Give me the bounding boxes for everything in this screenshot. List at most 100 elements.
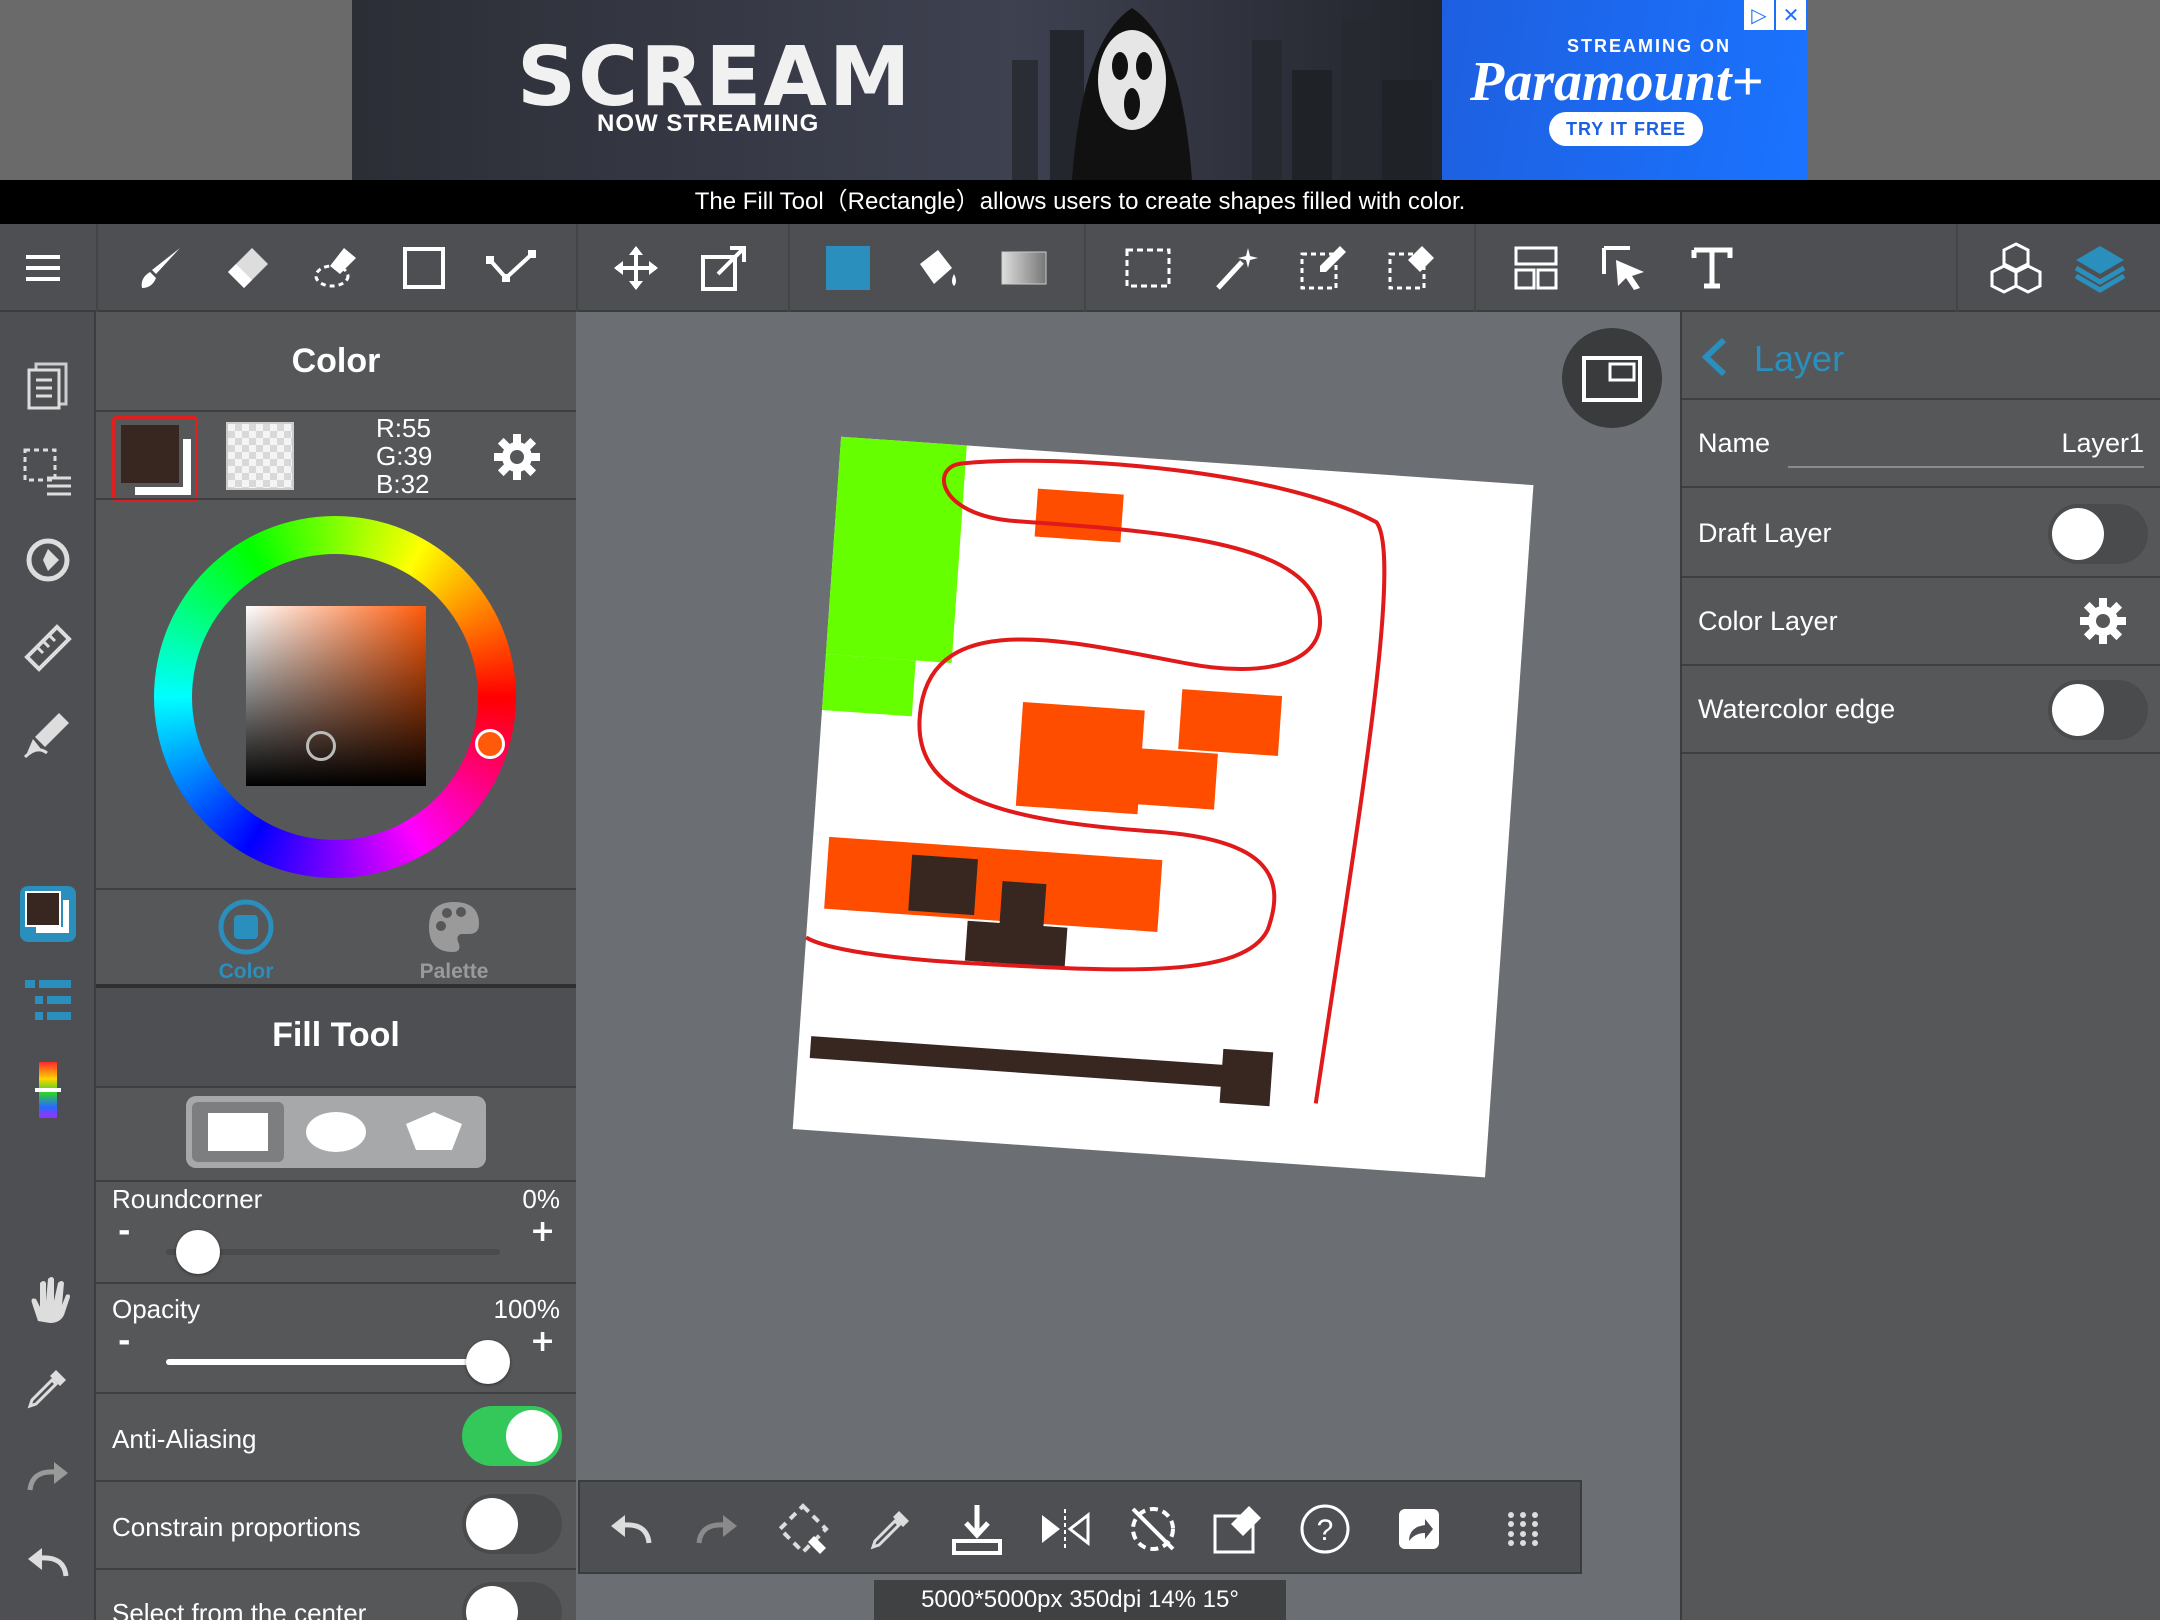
select-center-label: Select from the center (112, 1598, 367, 1620)
opacity-slider-handle[interactable] (466, 1340, 510, 1384)
dark-rect (964, 920, 1068, 968)
eraser-icon[interactable] (220, 240, 276, 296)
roundcorner-plus[interactable]: + (530, 1214, 555, 1249)
pages-icon[interactable] (18, 356, 78, 416)
undo-icon[interactable] (18, 1532, 78, 1592)
layer-list-icon[interactable] (18, 972, 78, 1032)
magic-wand-icon[interactable] (1208, 240, 1264, 296)
select-center-toggle[interactable] (462, 1582, 562, 1620)
rgb-g: G:39 (376, 441, 433, 471)
opacity-minus[interactable]: - (118, 1324, 130, 1359)
transform-icon[interactable] (774, 1500, 832, 1558)
opacity-plus[interactable]: + (530, 1324, 555, 1359)
anti-aliasing-toggle[interactable] (462, 1406, 562, 1466)
frame-divider-icon[interactable] (1508, 240, 1564, 296)
ruler-icon[interactable] (18, 618, 78, 678)
green-rect-bottom (822, 654, 916, 717)
canvas-area[interactable] (576, 312, 1680, 1620)
color-settings-gear-icon[interactable] (492, 432, 542, 482)
rgb-r: R:55 (376, 413, 431, 443)
flip-icon[interactable] (1036, 1500, 1094, 1558)
save-icon[interactable] (948, 1500, 1006, 1558)
redo-icon[interactable] (18, 1446, 78, 1506)
layer-name-field[interactable]: Layer1 (1788, 428, 2144, 468)
shape-rectangle-button[interactable] (192, 1102, 284, 1162)
vector-icon[interactable] (484, 240, 540, 296)
navigator-button[interactable] (1562, 328, 1662, 428)
orange-rect (1178, 689, 1283, 756)
canvas-status-readout: 5000*5000px 350dpi 14% 15° (874, 1580, 1286, 1620)
svg-text:?: ? (1317, 1514, 1334, 1547)
layer-panel: Layer Name Layer1 Draft Layer Color Laye… (1680, 312, 2160, 1620)
hand-icon[interactable] (18, 1270, 78, 1330)
drawing-canvas[interactable] (576, 312, 1680, 1620)
watercolor-edge-label: Watercolor edge (1698, 694, 1896, 724)
hue-picker-handle[interactable] (475, 729, 505, 759)
ad-cta-button[interactable]: TRY IT FREE (1549, 112, 1703, 146)
watercolor-edge-row: Watercolor edge (1682, 666, 2160, 754)
roundcorner-minus[interactable]: - (118, 1214, 130, 1249)
reference-icon[interactable] (18, 530, 78, 590)
roundcorner-label: Roundcorner (112, 1184, 263, 1214)
opacity-track[interactable] (166, 1359, 500, 1365)
layer-name-label: Name (1698, 428, 1771, 458)
color-layer-gear-icon[interactable] (2078, 596, 2128, 646)
eyedropper-icon[interactable] (18, 1358, 78, 1418)
layer-back-button[interactable]: Layer (1754, 338, 1844, 380)
select-layer-icon[interactable] (1596, 240, 1652, 296)
edit-select-icon[interactable] (1210, 1500, 1268, 1558)
draft-layer-row: Draft Layer (1682, 490, 2160, 578)
stabilizer-icon[interactable] (18, 704, 78, 764)
main-toolbar (0, 224, 2160, 312)
select-pen-icon[interactable] (1296, 240, 1352, 296)
saturation-value-square[interactable] (246, 606, 426, 786)
orange-rect (1034, 488, 1124, 543)
shape-polygon-button[interactable] (388, 1102, 480, 1162)
constrain-proportions-toggle[interactable] (462, 1494, 562, 1554)
redo-icon[interactable] (688, 1500, 746, 1558)
3d-model-icon[interactable] (1988, 240, 2044, 296)
layers-icon[interactable] (2072, 240, 2128, 296)
move-icon[interactable] (608, 240, 664, 296)
share-icon[interactable] (1390, 1500, 1448, 1558)
transform-icon[interactable] (696, 240, 752, 296)
color-bar-icon[interactable] (18, 1060, 78, 1120)
shape-icon[interactable] (396, 240, 452, 296)
secondary-color-swatch[interactable] (226, 422, 294, 490)
sv-picker-handle[interactable] (306, 731, 336, 761)
gradient-icon[interactable] (996, 240, 1052, 296)
selection-list-icon[interactable] (18, 442, 78, 502)
watercolor-edge-toggle[interactable] (2048, 680, 2148, 740)
adchoices-icon[interactable]: ▷ (1744, 0, 1774, 30)
help-icon[interactable]: ? (1296, 1500, 1354, 1558)
ad-close-icon[interactable]: ✕ (1776, 0, 1806, 30)
text-icon[interactable] (1684, 240, 1740, 296)
rotate-reset-icon[interactable] (1124, 1500, 1182, 1558)
bottom-toolbar: ? (578, 1480, 1582, 1574)
primary-color-swatch[interactable] (112, 416, 198, 502)
blur-eraser-icon[interactable] (308, 240, 364, 296)
roundcorner-slider-handle[interactable] (176, 1230, 220, 1274)
layer-name-row: Name Layer1 (1682, 400, 2160, 488)
orange-rect (1128, 747, 1218, 810)
tab-color[interactable]: Color (186, 898, 306, 984)
rgb-b: B:32 (376, 469, 430, 499)
shape-ellipse-button[interactable] (290, 1102, 382, 1162)
draft-layer-toggle[interactable] (2048, 504, 2148, 564)
eyedropper-icon[interactable] (862, 1500, 920, 1558)
ad-banner[interactable]: SCREAM NOW STREAMING STREAMING ON Paramo… (352, 0, 1808, 180)
fill-color-swatch[interactable] (820, 240, 876, 296)
roundcorner-value: 0% (522, 1184, 560, 1214)
bucket-icon[interactable] (908, 240, 964, 296)
undo-icon[interactable] (602, 1500, 660, 1558)
select-rect-icon[interactable] (1120, 240, 1176, 296)
grid-menu-icon[interactable] (1494, 1500, 1552, 1558)
tab-palette[interactable]: Palette (394, 898, 514, 984)
shape-selector (186, 1096, 486, 1168)
menu-icon[interactable] (16, 240, 72, 296)
brush-icon[interactable] (132, 240, 188, 296)
back-chevron-icon[interactable] (1700, 336, 1728, 378)
orange-rect (1015, 702, 1145, 815)
color-swatch-icon[interactable] (18, 884, 78, 944)
select-eraser-icon[interactable] (1384, 240, 1440, 296)
